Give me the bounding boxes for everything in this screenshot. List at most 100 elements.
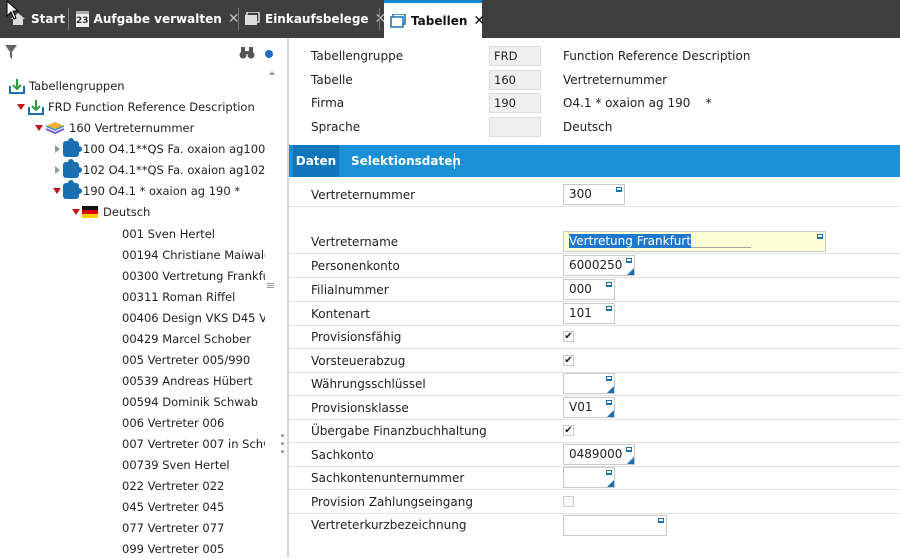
tree-label: Deutsch (103, 205, 151, 219)
tree-entry-label: 005 Vertreter 005/990 (122, 352, 251, 367)
field-row-vertreternummer: Vertreternummer 300 (289, 183, 900, 207)
tab-daten[interactable]: Daten (293, 145, 339, 177)
field-menu-icon[interactable] (606, 376, 612, 381)
field-label: Sachkonto (311, 447, 374, 462)
resize-grip-icon[interactable] (281, 434, 284, 437)
field-row-provisionsfaehig: Provisionsfähig ✔ (289, 325, 900, 349)
header-label: Tabellengruppe (311, 49, 404, 63)
tree-entry[interactable]: 00194 Christiane Maiwald (122, 244, 265, 265)
tree-node-firm[interactable]: 100 O4.1**QS Fa. oxaion ag100 (55, 138, 266, 159)
lookup-corner-icon[interactable] (607, 480, 614, 487)
field-label: Vorsteuerabzug (311, 353, 406, 368)
provisionsklasse-field[interactable]: V01 (563, 397, 615, 418)
header-description: Deutsch (563, 120, 613, 134)
tree-node-table[interactable]: 160 Vertreternummer (35, 118, 194, 138)
filter-icon[interactable] (4, 44, 18, 60)
mouse-cursor-icon (6, 0, 20, 20)
field-menu-icon[interactable] (817, 234, 823, 239)
tab-label: Einkaufsbelege (265, 12, 369, 26)
field-label: Provision Zahlungseingang (311, 494, 473, 509)
tree-entry[interactable]: 00739 Sven Hertel (122, 454, 265, 475)
scroll-up-icon[interactable] (269, 71, 275, 75)
uebergabe-checkbox[interactable]: ✔ (563, 425, 574, 436)
header-description: Function Reference Description (563, 49, 751, 63)
table-stack-icon (45, 122, 65, 135)
vertreternummer-field[interactable]: 300 (563, 184, 625, 205)
waehrungsschluessel-field[interactable] (563, 373, 615, 394)
field-menu-icon[interactable] (658, 517, 664, 523)
resize-grip-icon[interactable] (281, 442, 284, 445)
field-label: Vertreterkurzbezeichnung (311, 518, 467, 532)
close-icon[interactable]: ✕ (473, 13, 485, 29)
scroll-grip-icon[interactable] (267, 283, 274, 284)
tab-einkaufsbelege[interactable]: Einkaufsbelege ✕ (244, 0, 386, 38)
tree-entry[interactable]: 00539 Andreas Hübert (122, 370, 265, 391)
field-menu-icon[interactable] (626, 258, 632, 263)
tree-entry[interactable]: 00406 Design VKS D45 Ve (122, 307, 265, 328)
tree-node-language[interactable]: Deutsch (72, 202, 150, 222)
field-menu-icon[interactable] (606, 400, 612, 405)
tree-entry[interactable]: 022 Vertreter 022 (122, 475, 265, 496)
tree-entry[interactable]: 001 Sven Hertel (122, 223, 265, 244)
detail-panel: Tabellengruppe FRD Function Reference De… (289, 38, 900, 557)
lookup-corner-icon[interactable] (607, 386, 614, 393)
provision-zahlungseingang-checkbox[interactable] (563, 496, 574, 507)
tree-entries: 001 Sven Hertel 00194 Christiane Maiwald… (122, 223, 265, 559)
tree-entry-label: 077 Vertreter 077 (122, 520, 225, 535)
tree-label: 190 O4.1 * oxaion ag 190 * (83, 184, 241, 198)
sachkonto-field[interactable]: 0489000 (563, 444, 635, 465)
collapsed-arrow-icon[interactable] (55, 145, 60, 153)
field-value: 101 (569, 306, 592, 320)
tab-aufgabe-verwalten[interactable]: 23 Aufgabe verwalten ✕ (76, 0, 240, 38)
tree-entry[interactable]: 00311 Roman Riffel (122, 286, 265, 307)
field-row-uebergabe: Übergabe Finanzbuchhaltung ✔ (289, 419, 900, 443)
tree-root[interactable]: Tabellengruppen (8, 76, 125, 96)
vorsteuerabzug-checkbox[interactable]: ✔ (563, 355, 574, 366)
field-menu-icon[interactable] (606, 282, 612, 287)
field-menu-icon[interactable] (616, 187, 622, 192)
tree-label: 100 O4.1**QS Fa. oxaion ag100 (83, 142, 266, 156)
tree-node-group[interactable]: FRD Function Reference Description (17, 97, 255, 117)
filialnummer-field[interactable]: 000 (563, 279, 615, 300)
expanded-arrow-icon[interactable] (72, 209, 80, 215)
field-menu-icon[interactable] (626, 447, 632, 452)
tree-entry[interactable]: 077 Vertreter 077 (122, 517, 265, 538)
kontenart-field[interactable]: 101 (563, 303, 615, 324)
tree-node-firm[interactable]: 190 O4.1 * oxaion ag 190 * (53, 180, 241, 201)
expanded-arrow-icon[interactable] (35, 125, 43, 131)
expanded-arrow-icon[interactable] (17, 104, 25, 110)
tree-label: 102 O4.1**QS Fa. oxaion ag102 (83, 163, 266, 177)
field-menu-icon[interactable] (606, 470, 612, 475)
tree-entry[interactable]: 00429 Marcel Schober (122, 328, 265, 349)
tree-entry-label: 00739 Sven Hertel (122, 457, 230, 472)
tree-entry[interactable]: 005 Vertreter 005/990 (122, 349, 265, 370)
sachkontenunternummer-field[interactable] (563, 467, 615, 488)
collapsed-arrow-icon[interactable] (55, 166, 60, 174)
tree-entry[interactable]: 006 Vertreter 006 (122, 412, 265, 433)
tree-node-firm[interactable]: 102 O4.1**QS Fa. oxaion ag102 (55, 159, 266, 180)
lookup-corner-icon[interactable] (627, 268, 634, 275)
tree-entry[interactable]: 00594 Dominik Schwab (122, 391, 265, 412)
vertreterkurzbezeichnung-field[interactable] (563, 514, 667, 536)
tree-entry[interactable]: 045 Vertreter 045 (122, 496, 265, 517)
binoculars-icon[interactable] (239, 46, 255, 59)
personenkonto-field[interactable]: 6000250 (563, 255, 635, 276)
expanded-arrow-icon[interactable] (53, 188, 61, 194)
lookup-corner-icon[interactable] (607, 410, 614, 417)
provisionsfaehig-checkbox[interactable]: ✔ (563, 331, 574, 342)
puzzle-icon (63, 138, 82, 157)
field-menu-icon[interactable] (606, 306, 612, 311)
tab-tabellen[interactable]: Tabellen ✕ (384, 0, 485, 38)
tree-entry-label: 022 Vertreter 022 (122, 478, 225, 493)
field-label: Sachkontenunternummer (311, 470, 465, 485)
vertretername-field[interactable]: Vertretung Frankfurt__________ (563, 231, 826, 252)
tab-selektionsdaten[interactable]: Selektionsdaten (351, 145, 461, 177)
tree-entry[interactable]: 00300 Vertretung Frankfurt (122, 265, 265, 286)
tree-entry[interactable]: 099 Vertreter 005 (122, 538, 265, 559)
field-value: 000 (569, 282, 592, 296)
tree-entry[interactable]: 007 Vertreter 007 in Schw (122, 433, 265, 454)
window-icon (244, 12, 260, 26)
lookup-corner-icon[interactable] (627, 457, 634, 464)
resize-grip-icon[interactable] (281, 450, 284, 453)
tree-entry-label: 099 Vertreter 005 (122, 541, 225, 556)
